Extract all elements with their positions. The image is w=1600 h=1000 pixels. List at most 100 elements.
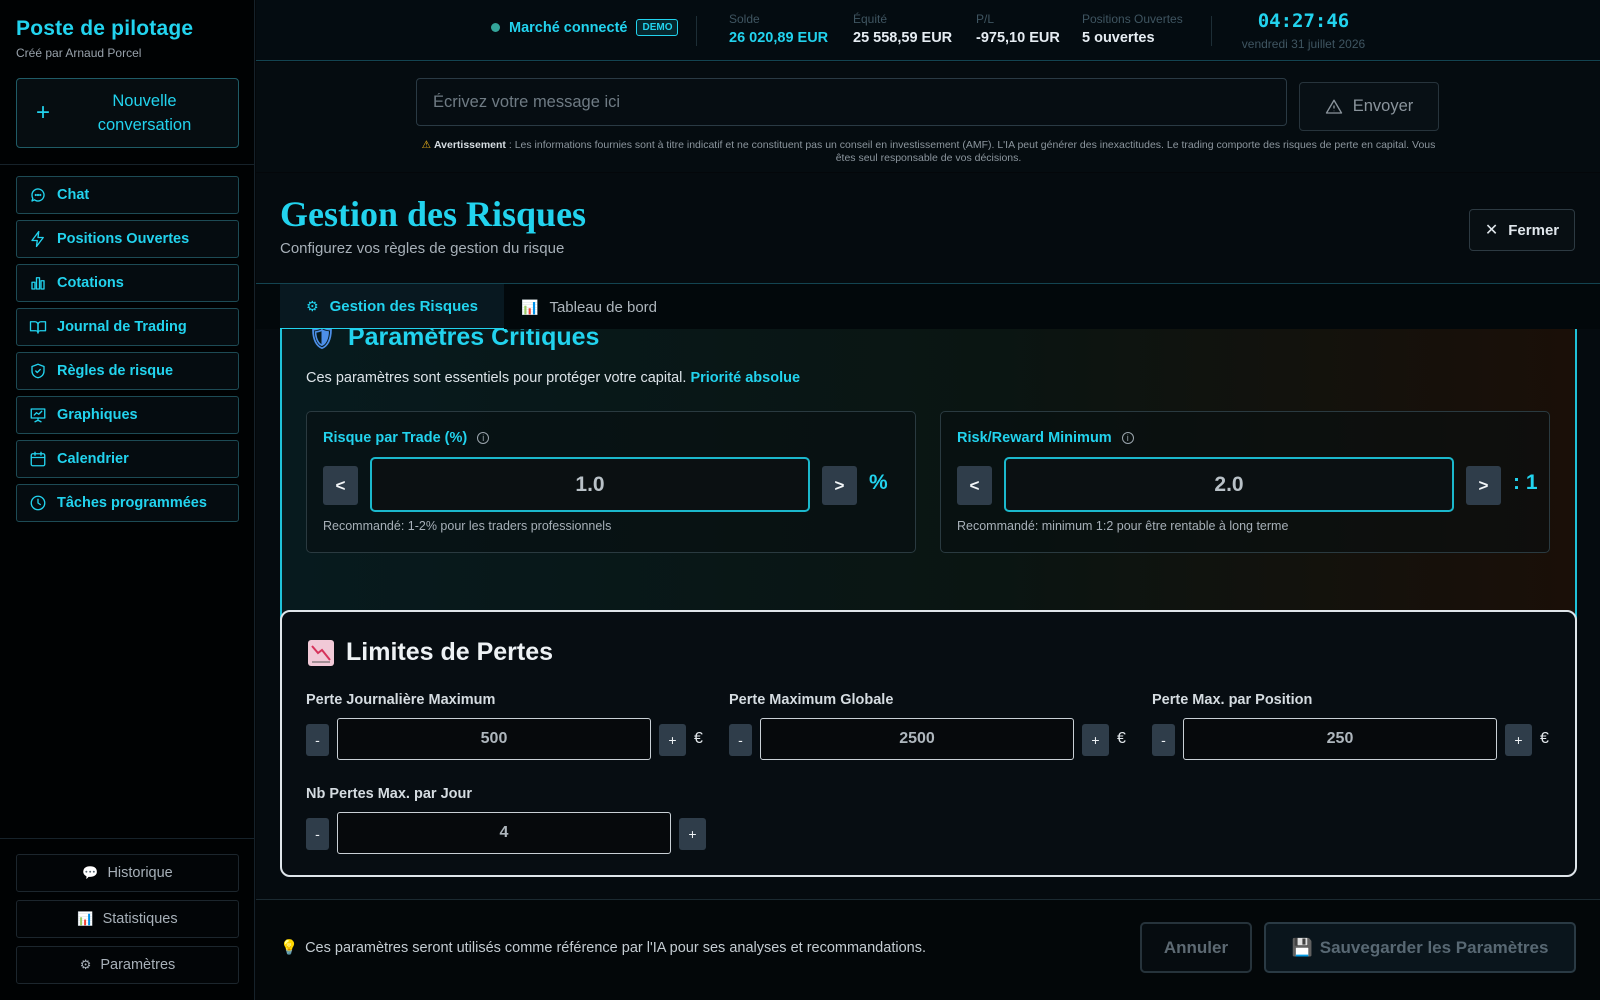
cancel-button[interactable]: Annuler — [1140, 922, 1252, 973]
tab-risk-management[interactable]: ⚙ Gestion des Risques — [280, 284, 504, 330]
market-status: Marché connecté DEMO — [491, 19, 679, 36]
rr-hint: Recommandé: minimum 1:2 pour être rentab… — [957, 519, 1289, 533]
limits-title: Limites de Pertes — [346, 638, 554, 666]
max-losses-decrement-button[interactable]: - — [306, 818, 329, 850]
info-icon[interactable]: i — [1121, 432, 1134, 444]
balance-value: 26 020,89 EUR — [729, 30, 829, 46]
new-conversation-button[interactable]: + Nouvelle conversation — [16, 78, 239, 148]
sidebar-item-chat[interactable]: Chat — [16, 176, 239, 214]
global-max-loss-input[interactable] — [760, 718, 1074, 760]
close-label: Fermer — [1508, 221, 1560, 239]
top-bar: Marché connecté DEMO Solde 26 020,89 EUR… — [256, 0, 1600, 61]
statistics-button[interactable]: 📊 Statistiques — [16, 900, 239, 938]
global-loss-decrement-button[interactable]: - — [729, 724, 752, 756]
field-label: Perte Max. par Position — [1152, 692, 1313, 708]
sidebar-item-label: Calendrier — [57, 451, 129, 467]
sidebar-item-label: Tâches programmées — [57, 495, 207, 511]
disclaimer-label: Avertissement — [433, 139, 506, 151]
footer-note-text: Ces paramètres seront utilisés comme réf… — [305, 940, 926, 956]
sidebar-item-label: Règles de risque — [57, 363, 174, 379]
brand: Poste de pilotage Créé par Arnaud Porcel — [16, 17, 193, 60]
risk-reward-input[interactable] — [1004, 457, 1454, 512]
field-label: Perte Maximum Globale — [729, 692, 894, 708]
max-losses-per-day-field: Nb Pertes Max. par Jour - + — [306, 786, 706, 856]
daily-max-loss-input[interactable] — [337, 718, 651, 760]
risk-decrement-button[interactable]: < — [323, 466, 358, 505]
settings-button[interactable]: ⚙ Paramètres — [16, 946, 239, 984]
close-icon: ✕ — [1484, 222, 1499, 239]
footer-note: 💡 Ces paramètres seront utilisés comme ré… — [280, 939, 926, 956]
statistics-label: Statistiques — [102, 911, 178, 927]
status-dot-icon — [491, 23, 500, 32]
sidebar-item-risk-rules[interactable]: Règles de risque — [16, 352, 239, 390]
lightbulb-icon: 💡 — [280, 940, 299, 956]
floppy-disk-icon: 💾 — [1291, 937, 1313, 957]
euro-unit: € — [1540, 730, 1549, 747]
warning-icon: ⚠ — [421, 139, 432, 151]
bar-chart-icon — [31, 277, 45, 290]
book-icon — [29, 321, 47, 334]
divider — [0, 164, 255, 165]
sidebar-item-positions[interactable]: Positions Ouvertes — [16, 220, 239, 258]
sidebar-item-charts[interactable]: Graphiques — [16, 396, 239, 434]
message-input[interactable] — [416, 78, 1287, 126]
close-button[interactable]: ✕ Fermer — [1469, 209, 1575, 251]
daily-loss-increment-button[interactable]: + — [659, 724, 686, 756]
sidebar-item-label: Cotations — [57, 275, 124, 291]
field-label: Perte Journalière Maximum — [306, 692, 496, 708]
sidebar-item-cotations[interactable]: Cotations — [16, 264, 239, 302]
risk-increment-button[interactable]: > — [822, 466, 857, 505]
divider — [696, 16, 697, 46]
position-loss-increment-button[interactable]: + — [1505, 724, 1532, 756]
critical-title: Paramètres Critiques — [347, 329, 600, 351]
risk-per-trade-label: Risque par Trade (%) i — [323, 430, 490, 446]
section-title: 🛡 Paramètres Critiques — [308, 329, 599, 352]
rr-increment-button[interactable]: > — [1466, 466, 1501, 505]
gear-icon: ⚙ — [306, 297, 319, 314]
sidebar-item-journal[interactable]: Journal de Trading — [16, 308, 239, 346]
settings-label: Paramètres — [100, 957, 176, 973]
divider — [1211, 16, 1212, 46]
sidebar-item-calendar[interactable]: Calendrier — [16, 440, 239, 478]
max-losses-increment-button[interactable]: + — [679, 818, 706, 850]
daily-loss-decrement-button[interactable]: - — [306, 724, 329, 756]
new-conversation-label: Nouvelle conversation — [97, 92, 192, 134]
tab-dashboard[interactable]: 📊 Tableau de bord — [495, 284, 683, 330]
risk-per-trade-input[interactable] — [370, 457, 810, 512]
info-icon[interactable]: i — [477, 432, 490, 444]
sidebar-nav: Chat Positions Ouvertes Cotations Journa… — [16, 176, 239, 528]
pl-label: P/L — [976, 12, 995, 26]
sidebar-item-label: Positions Ouvertes — [57, 231, 190, 247]
clock-icon — [30, 495, 46, 511]
critical-desc: Ces paramètres sont essentiels pour prot… — [306, 370, 687, 386]
position-max-loss-input[interactable] — [1183, 718, 1497, 760]
panel-footer: 💡 Ces paramètres seront utilisés comme ré… — [256, 899, 1600, 1000]
risk-reward-card: Risk/Reward Minimum i < > : 1 Recommandé… — [940, 411, 1550, 553]
max-losses-per-day-input[interactable] — [337, 812, 671, 854]
presentation-chart-icon — [30, 408, 46, 423]
shield-icon — [31, 363, 45, 379]
market-status-text: Marché connecté — [509, 19, 628, 36]
global-loss-increment-button[interactable]: + — [1082, 724, 1109, 756]
section-title: Limites de Pertes — [308, 638, 553, 667]
shield-icon: 🛡 — [308, 329, 336, 350]
balance-label: Solde — [729, 12, 760, 26]
disclaimer: ⚠ Avertissement : Les informations fourn… — [416, 139, 1441, 165]
page-subtitle: Configurez vos règles de gestion du risq… — [280, 240, 565, 257]
send-button[interactable]: Envoyer — [1299, 82, 1439, 131]
risk-per-trade-card: Risque par Trade (%) i < > % Recommandé:… — [306, 411, 916, 553]
balance-stat: Solde 26 020,89 EUR — [729, 12, 828, 46]
rr-decrement-button[interactable]: < — [957, 466, 992, 505]
sidebar-item-scheduled-tasks[interactable]: Tâches programmées — [16, 484, 239, 522]
history-button[interactable]: 💬 Historique — [16, 854, 239, 892]
ratio-unit: : 1 — [1513, 471, 1538, 494]
equity-value: 25 558,59 EUR — [853, 30, 953, 46]
tab-label: Tableau de bord — [549, 298, 658, 316]
position-loss-decrement-button[interactable]: - — [1152, 724, 1175, 756]
pl-value: -975,10 EUR — [976, 30, 1060, 46]
plus-icon: + — [35, 99, 50, 126]
warning-triangle-icon — [1325, 99, 1342, 114]
speech-bubble-icon: 💬 — [82, 865, 99, 880]
page-title: Gestion des Risques — [280, 194, 587, 234]
save-button[interactable]: 💾 Sauvegarder les Paramètres — [1264, 922, 1576, 973]
